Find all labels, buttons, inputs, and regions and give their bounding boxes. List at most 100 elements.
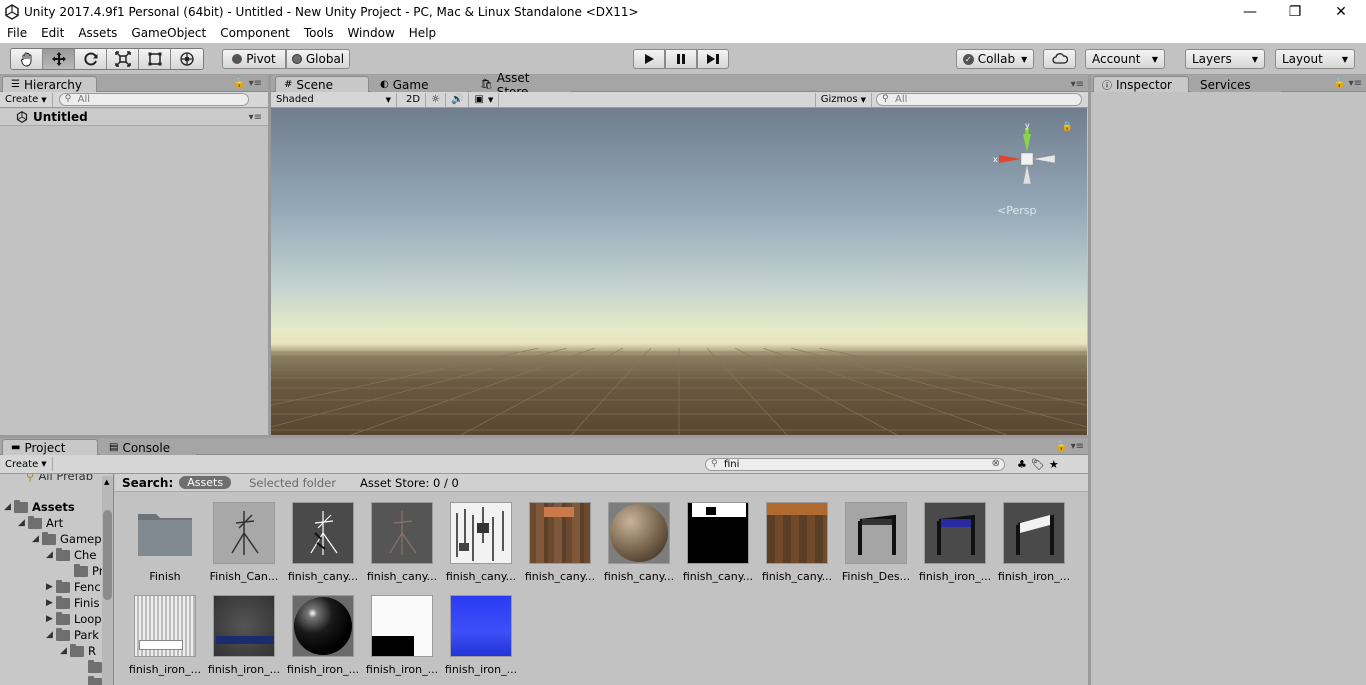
scroll-up-icon[interactable]: ▲: [104, 478, 109, 486]
shading-dropdown[interactable]: Shaded ▼: [271, 92, 397, 107]
asset-item[interactable]: Finish_Can...: [208, 502, 280, 592]
audio-toggle[interactable]: 🔊: [446, 92, 470, 107]
tree-item-loop[interactable]: ▶ Loop: [46, 611, 102, 627]
asset-item[interactable]: finish_iron_...: [366, 595, 438, 685]
asset-store-scope-button[interactable]: Asset Store: 0 / 0: [360, 476, 459, 490]
panel-menu-icon[interactable]: 🔒 ▾≡: [233, 78, 262, 89]
asset-item[interactable]: finish_cany...: [287, 502, 359, 592]
cloud-button[interactable]: [1043, 49, 1076, 69]
lighting-toggle[interactable]: ☼: [426, 92, 447, 107]
asset-item[interactable]: finish_iron_...: [919, 502, 991, 592]
asset-item[interactable]: finish_cany...: [682, 502, 754, 592]
tree-item-fence[interactable]: ▶ Fenc: [46, 579, 101, 595]
expand-arrow-icon[interactable]: ◢: [46, 630, 56, 640]
tree-item-all-prefabs[interactable]: ⚲ All Prefab: [26, 474, 93, 484]
asset-item[interactable]: finish_cany...: [445, 502, 517, 592]
clear-search-icon[interactable]: ⊗: [992, 458, 1000, 469]
tree-item-finish[interactable]: ▶ Finis: [46, 595, 99, 611]
menu-file[interactable]: File: [0, 26, 34, 40]
tab-game[interactable]: ◐ Game: [371, 76, 467, 92]
asset-item[interactable]: finish_iron_...: [998, 502, 1070, 592]
expand-arrow-icon[interactable]: ◢: [4, 502, 14, 512]
collapse-arrow-icon[interactable]: ▶: [46, 614, 56, 624]
hierarchy-create-button[interactable]: Create ▼: [0, 92, 53, 107]
expand-arrow-icon[interactable]: ◢: [46, 550, 56, 560]
tree-item-park[interactable]: ◢ Park: [46, 627, 99, 643]
tab-project[interactable]: ▬ Project: [2, 439, 98, 455]
maximize-button[interactable]: ❐: [1272, 0, 1318, 23]
hand-tool-button[interactable]: [11, 49, 43, 69]
menu-assets[interactable]: Assets: [71, 26, 124, 40]
tab-hierarchy[interactable]: ☰ Hierarchy: [2, 76, 97, 92]
hierarchy-search-input[interactable]: ⚲ All: [58, 93, 249, 106]
menu-help[interactable]: Help: [402, 26, 443, 40]
scale-tool-button[interactable]: [107, 49, 139, 69]
tree-item-art[interactable]: ◢ Art: [18, 515, 63, 531]
menu-gameobject[interactable]: GameObject: [124, 26, 213, 40]
expand-arrow-icon[interactable]: ◢: [18, 518, 28, 528]
tree-item-checkpoint[interactable]: ◢ Che: [46, 547, 96, 563]
menu-window[interactable]: Window: [340, 26, 401, 40]
tree-item-prefabs[interactable]: Pr: [74, 563, 103, 579]
tree-scrollbar-thumb[interactable]: [103, 510, 112, 600]
collab-dropdown[interactable]: ✓ Collab ▼: [956, 49, 1034, 69]
tree-item-assets[interactable]: ◢ Assets: [4, 499, 75, 515]
tab-scene[interactable]: # Scene: [275, 76, 369, 92]
panel-menu-icon[interactable]: 🔒 ▾≡: [1333, 78, 1362, 89]
scene-header-row[interactable]: Untitled ▾≡: [0, 109, 268, 126]
panel-menu-icon[interactable]: ▾≡: [1071, 79, 1084, 90]
project-create-button[interactable]: Create ▼: [0, 457, 53, 471]
tab-asset-store[interactable]: 🛍 Asset Store: [471, 71, 571, 99]
favorite-star-icon[interactable]: ★: [1049, 458, 1059, 471]
expand-arrow-icon[interactable]: ◢: [32, 534, 42, 544]
scope-assets-button[interactable]: Assets: [179, 476, 232, 489]
tree-scrollbar[interactable]: ▲: [102, 476, 113, 685]
tree-item-gameplay[interactable]: ◢ Gamep: [32, 531, 102, 547]
pause-button[interactable]: [665, 49, 697, 69]
play-button[interactable]: [633, 49, 665, 69]
expand-arrow-icon[interactable]: ◢: [60, 646, 70, 656]
asset-item[interactable]: finish_cany...: [366, 502, 438, 592]
tab-console[interactable]: ▤ Console: [100, 439, 196, 455]
collapse-arrow-icon[interactable]: ▶: [46, 598, 56, 608]
scene-search-input[interactable]: ⚲ All: [876, 93, 1082, 106]
scope-selected-folder-button[interactable]: Selected folder: [249, 476, 336, 490]
scene-menu-icon[interactable]: ▾≡: [249, 112, 262, 123]
asset-item[interactable]: Finish_Des...: [840, 502, 912, 592]
transform-tool-button[interactable]: [171, 49, 203, 69]
menu-edit[interactable]: Edit: [34, 26, 71, 40]
filter-type-icon[interactable]: ♣: [1017, 458, 1027, 471]
asset-item[interactable]: finish_cany...: [524, 502, 596, 592]
asset-item[interactable]: finish_iron_...: [129, 595, 201, 685]
asset-item[interactable]: Finish: [129, 502, 201, 592]
effects-dropdown[interactable]: ▣ ▼: [469, 92, 500, 107]
menu-tools[interactable]: Tools: [297, 26, 341, 40]
2d-toggle[interactable]: 2D: [401, 92, 427, 107]
step-button[interactable]: [697, 49, 729, 69]
asset-item[interactable]: finish_iron_...: [208, 595, 280, 685]
persp-label[interactable]: <Persp: [997, 204, 1036, 217]
tab-inspector[interactable]: ⓘ Inspector: [1093, 76, 1189, 92]
minimize-button[interactable]: —: [1227, 0, 1273, 23]
rect-tool-button[interactable]: [139, 49, 171, 69]
account-dropdown[interactable]: Account ▼: [1085, 49, 1165, 69]
tree-item-r[interactable]: ◢ R: [60, 643, 96, 659]
close-button[interactable]: ✕: [1318, 0, 1364, 23]
move-tool-button[interactable]: [43, 49, 75, 69]
rotate-tool-button[interactable]: [75, 49, 107, 69]
scene-viewport[interactable]: x y 🔒 <Persp: [271, 108, 1087, 435]
gizmos-dropdown[interactable]: Gizmos ▼: [814, 92, 872, 107]
layout-dropdown[interactable]: Layout ▼: [1275, 49, 1355, 69]
panel-menu-icon[interactable]: 🔒 ▾≡: [1055, 441, 1084, 452]
tab-services[interactable]: Services: [1191, 76, 1281, 92]
asset-item[interactable]: finish_iron_...: [445, 595, 517, 685]
pivot-toggle[interactable]: Pivot: [222, 49, 286, 69]
asset-item[interactable]: finish_cany...: [603, 502, 675, 592]
global-toggle[interactable]: Global: [286, 49, 350, 69]
scene-orientation-gizmo[interactable]: x y 🔒 <Persp: [987, 121, 1073, 217]
asset-item[interactable]: finish_cany...: [761, 502, 833, 592]
collapse-arrow-icon[interactable]: ▶: [46, 582, 56, 592]
lock-icon[interactable]: 🔒: [1062, 122, 1073, 132]
menu-component[interactable]: Component: [213, 26, 297, 40]
asset-item[interactable]: finish_iron_...: [287, 595, 359, 685]
